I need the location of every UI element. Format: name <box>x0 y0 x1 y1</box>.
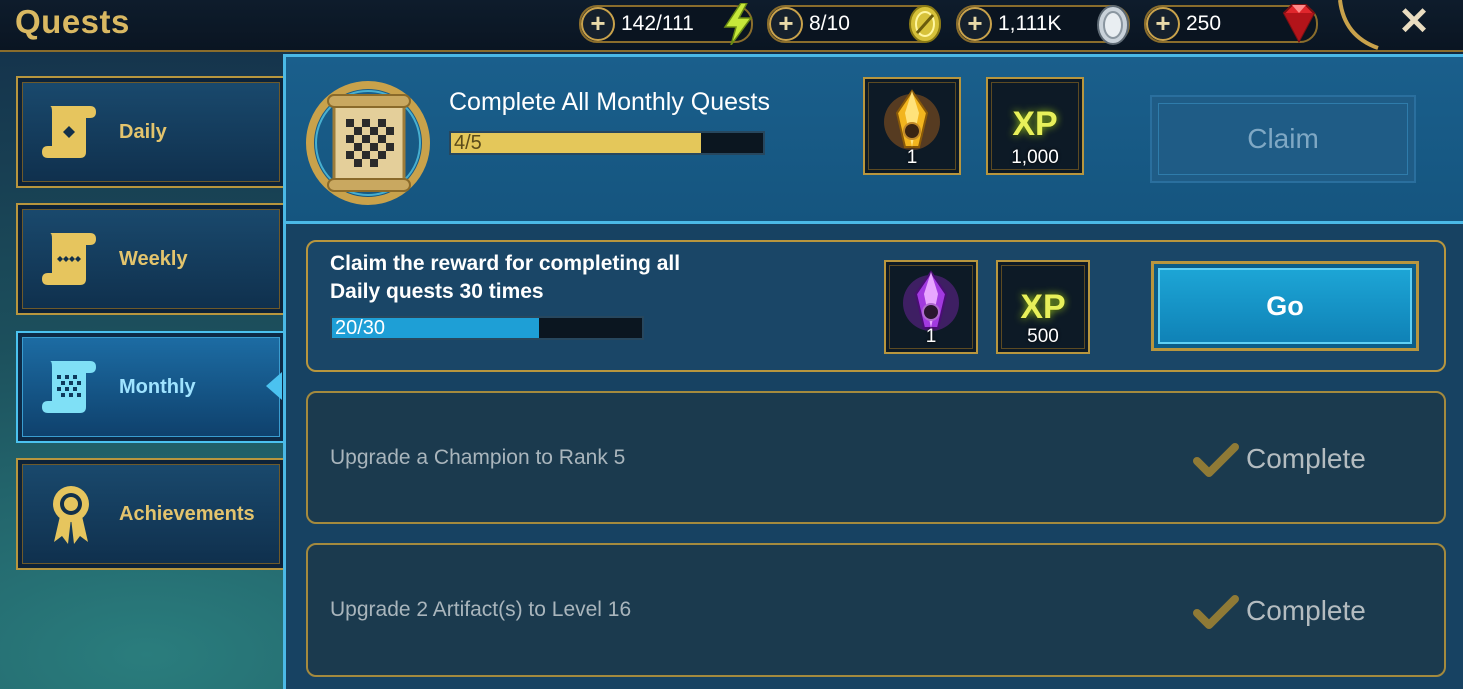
xp-icon: XP <box>1020 288 1066 326</box>
add-energy-button[interactable]: + <box>581 7 615 41</box>
gem-resource: + 250 <box>1144 4 1318 44</box>
quest-progress-bar: 20/30 <box>330 316 644 340</box>
corner-ornament <box>1338 0 1379 50</box>
quest-description: Upgrade a Champion to Rank 5 <box>330 446 626 469</box>
quest-progress-text: 20/30 <box>335 317 386 339</box>
daily-scroll-icon <box>42 106 96 158</box>
reward-count: 1 <box>925 326 937 347</box>
summary-progress-text: 4/5 <box>454 132 482 154</box>
ruby-gem-icon <box>1282 4 1316 44</box>
complete-label: Complete <box>1246 595 1366 626</box>
sidebar-item-label: Daily <box>119 121 167 143</box>
checkmark-icon <box>1193 595 1239 629</box>
monthly-scroll-icon <box>42 361 96 413</box>
sidebar-item-label: Weekly <box>119 248 188 270</box>
silver-resource: + 1,111K <box>956 5 1130 45</box>
monthly-quest-emblem-icon <box>306 81 430 205</box>
gem-value: 250 <box>1186 12 1222 35</box>
sidebar-item-weekly[interactable]: Weekly <box>16 203 284 315</box>
weekly-scroll-icon <box>42 233 96 285</box>
add-arena-token-button[interactable]: + <box>769 7 803 41</box>
sidebar-item-daily[interactable]: Daily <box>16 76 284 188</box>
claim-button[interactable]: Claim <box>1150 95 1416 183</box>
complete-label: Complete <box>1246 443 1366 474</box>
add-silver-button[interactable]: + <box>958 7 992 41</box>
reward-slot-xp[interactable]: XP 500 <box>996 260 1090 354</box>
lightning-icon <box>723 3 753 45</box>
quest-description-line1: Claim the reward for completing all <box>330 252 681 275</box>
monthly-summary-quest: Complete All Monthly Quests 4/5 1 XP 1,0… <box>286 54 1463 224</box>
quest-card-artifact-level: Upgrade 2 Artifact(s) to Level 16 Comple… <box>306 543 1446 677</box>
reward-count: 1,000 <box>1011 147 1059 168</box>
top-bar: Quests + 142/111 + 8/10 + 1,111K + 250 ✕ <box>0 0 1463 52</box>
reward-slot-ancient-shard[interactable]: 1 <box>863 77 961 175</box>
sidebar-item-monthly[interactable]: Monthly <box>16 331 284 443</box>
active-tab-indicator <box>266 372 282 400</box>
go-button[interactable]: Go <box>1151 261 1419 351</box>
close-button[interactable]: ✕ <box>1392 2 1436 42</box>
quest-panel: Complete All Monthly Quests 4/5 1 XP 1,0… <box>283 54 1463 689</box>
reward-slot-void-shard[interactable]: 1 <box>884 260 978 354</box>
add-gems-button[interactable]: + <box>1146 7 1180 41</box>
award-ribbon-icon <box>53 486 89 544</box>
quest-description-line2: Daily quests 30 times <box>330 280 544 303</box>
reward-count: 1 <box>906 147 918 168</box>
silver-coin-icon <box>1097 5 1129 45</box>
summary-progress-bar: 4/5 <box>449 131 765 155</box>
complete-status: Complete <box>1193 439 1413 479</box>
quest-card-champion-rank: Upgrade a Champion to Rank 5 Complete <box>306 391 1446 524</box>
sidebar-item-achievements[interactable]: Achievements <box>16 458 284 570</box>
complete-status: Complete <box>1193 591 1413 631</box>
silver-value: 1,111K <box>998 12 1062 35</box>
sidebar-item-label: Monthly <box>119 376 196 398</box>
energy-value: 142/111 <box>621 12 694 35</box>
arena-token-resource: + 8/10 <box>767 5 941 43</box>
page-title: Quests <box>15 3 130 40</box>
summary-quest-title: Complete All Monthly Quests <box>449 88 770 116</box>
sidebar-item-label: Achievements <box>119 503 255 525</box>
reward-slot-xp[interactable]: XP 1,000 <box>986 77 1084 175</box>
summary-progress-fill <box>451 133 701 153</box>
checkmark-icon <box>1193 443 1239 477</box>
xp-icon: XP <box>1012 105 1058 143</box>
quest-card-daily-30: Claim the reward for completing all Dail… <box>306 240 1446 372</box>
reward-count: 500 <box>1027 326 1059 347</box>
arena-token-icon <box>909 5 941 43</box>
arena-token-value: 8/10 <box>809 12 850 35</box>
quest-description: Upgrade 2 Artifact(s) to Level 16 <box>330 598 632 621</box>
energy-resource: + 142/111 <box>579 3 753 45</box>
